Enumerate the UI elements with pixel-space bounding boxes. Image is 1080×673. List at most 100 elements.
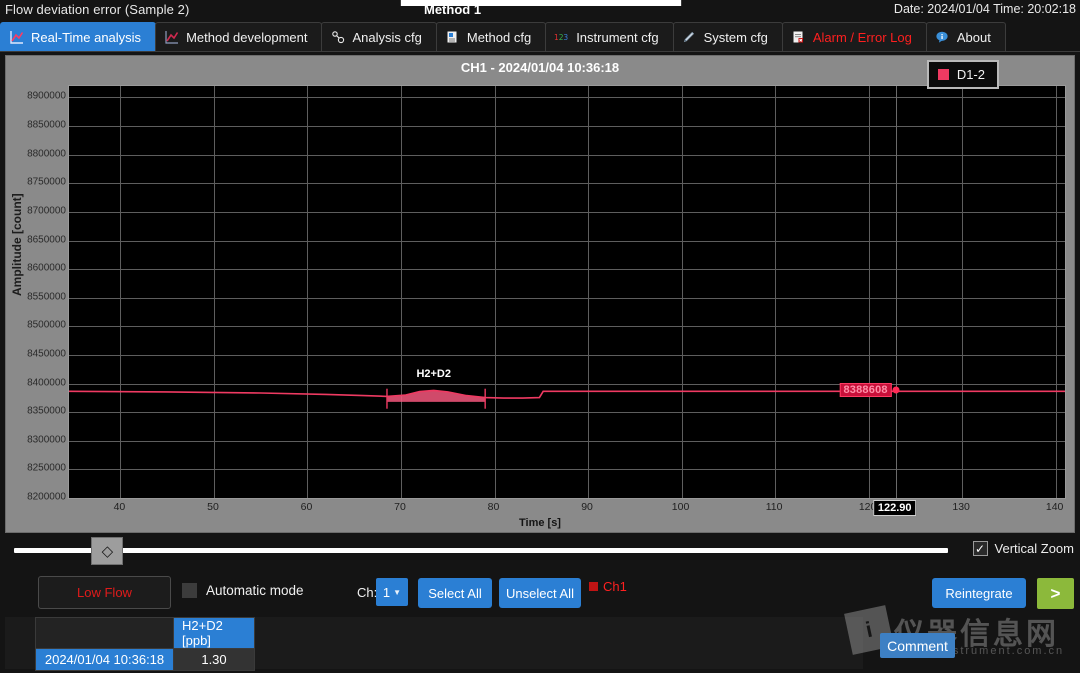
tab-label: Analysis cfg [352,29,422,45]
y-axis-tick-label: 8550000 [27,291,66,303]
tab-label: Real-Time analysis [31,29,142,45]
date-time-status: Date: 2024/01/04 Time: 20:02:18 [893,2,1076,16]
y-axis-tick-label: 8700000 [27,205,66,217]
x-axis-tick-label: 70 [394,501,406,513]
status-message: Flow deviation error (Sample 2) [5,2,190,17]
application-window: Flow deviation error (Sample 2) Method 1… [0,0,1080,673]
x-axis-tick-label: 100 [671,501,690,513]
y-axis-tick-label: 8400000 [27,377,66,389]
y-axis-tick-label: 8600000 [27,262,66,274]
reintegrate-button[interactable]: Reintegrate [932,578,1026,608]
x-axis-tick-label: 90 [581,501,593,513]
timeline-scrollbar-track[interactable] [14,548,948,553]
tab-label: Alarm / Error Log [812,29,912,45]
automatic-mode-label: Automatic mode [206,583,304,598]
horizontal-scroll-row: ◇ ✓ Vertical Zoom [0,536,1080,568]
table-header-row: H2+D2 [ppb] [35,617,255,649]
left-right-arrows-icon: ◇ [101,543,114,560]
tab-analysis-cfg[interactable]: Analysis cfg [321,22,437,51]
comment-label: Comment [887,637,948,654]
automatic-mode-checkbox[interactable] [182,583,197,598]
tab-method-development[interactable]: Method development [155,22,323,51]
tab-label: Method cfg [466,29,532,45]
info-bubble-icon [935,30,950,45]
x-axis-cursor-readout[interactable]: 122.90 [872,500,917,516]
molecule-icon [330,30,345,45]
table-cell-value: 1.30 [173,648,255,671]
pen-icon [682,30,697,45]
channel-select-value: 1 [382,584,391,600]
tab-label: Instrument cfg [576,29,659,45]
plot-area[interactable]: H2+D2 8388608 [68,85,1066,499]
results-table-panel: H2+D2 [ppb] 2024/01/04 10:36:18 1.30 [5,617,863,671]
chart-legend[interactable]: D1-2 [926,60,999,89]
tab-real-time-analysis[interactable]: Real-Time analysis [0,22,157,51]
chart-trace-layer [69,388,1065,409]
x-axis-tick-label: 110 [765,501,783,513]
chevron-down-icon: ▼ [393,587,402,597]
tab-method-cfg[interactable]: Method cfg [435,22,547,51]
next-button[interactable]: > [1037,578,1074,609]
chart-title: CH1 - 2024/01/04 10:36:18 [6,56,1074,80]
tab-alarm-error-log[interactable]: Alarm / Error Log [781,22,927,51]
cursor-value-dot [892,386,900,394]
table-row[interactable]: 2024/01/04 10:36:18 1.30 [35,648,255,671]
unselect-all-button[interactable]: Unselect All [499,578,581,608]
x-axis-ticks: 40 50 60 70 80 90 100 110 120 130 140 122.90 [68,500,1066,517]
top-status-bar: Flow deviation error (Sample 2) Method 1… [0,0,1080,22]
y-axis-tick-label: 8850000 [27,119,66,131]
table-cell-timestamp: 2024/01/04 10:36:18 [35,648,174,671]
low-flow-label: Low Flow [77,585,132,600]
main-tab-bar: Real-Time analysis Method development An… [0,22,1080,52]
cursor-value-flag[interactable]: 8388608 [839,383,892,398]
x-axis-tick-label: 80 [487,501,500,513]
cursor-value-label: 8388608 [839,383,892,398]
tab-system-cfg[interactable]: System cfg [672,22,783,51]
ch1-checkbox[interactable] [589,582,598,591]
tab-label: System cfg [703,29,768,45]
select-all-button[interactable]: Select All [418,578,492,608]
table-header-blank [35,617,174,649]
vertical-zoom-label: Vertical Zoom [994,541,1074,556]
vertical-zoom-toggle[interactable]: ✓ Vertical Zoom [972,541,1074,556]
y-axis-tick-label: 8750000 [27,176,66,188]
grid-line-horizontal [69,498,1065,499]
x-axis-tick-label: 140 [1045,501,1064,513]
timeline-scrollbar-thumb[interactable]: ◇ [91,537,124,565]
vertical-cursor-line[interactable] [895,86,897,498]
svg-text:3: 3 [564,33,569,42]
y-axis-ticks: 8200000 8250000 8300000 8350000 8400000 84500… [6,85,66,503]
error-page-icon [791,30,806,45]
y-axis-tick-label: 8900000 [27,90,66,102]
document-icon [445,30,460,45]
tab-label: About [956,29,991,45]
chart-panel: CH1 - 2024/01/04 10:36:18 Amplitude [cou… [5,55,1075,533]
channel-1-checkbox-item[interactable]: Ch1 [589,579,627,594]
y-axis-tick-label: 8800000 [27,148,66,160]
y-axis-tick-label: 8350000 [27,405,66,417]
x-axis-tick-label: 40 [113,501,126,513]
automatic-mode-toggle[interactable]: Automatic mode [182,583,304,598]
comment-button[interactable]: Comment [880,633,955,658]
y-axis-tick-label: 8250000 [27,462,66,474]
tab-instrument-cfg[interactable]: 1 2 3 Instrument cfg [545,22,674,51]
y-axis-tick-label: 8450000 [27,348,66,360]
tab-label: Method development [186,29,308,45]
line-chart-icon [9,30,24,45]
low-flow-status-button[interactable]: Low Flow [38,576,171,609]
results-table: H2+D2 [ppb] 2024/01/04 10:36:18 1.30 [35,617,255,671]
x-axis-tick-label: 60 [300,501,313,513]
method-name: Method 1 [424,2,482,17]
ch1-label: Ch1 [603,579,627,594]
table-header-h2d2[interactable]: H2+D2 [ppb] [173,617,255,649]
y-axis-tick-label: 8500000 [27,319,66,331]
legend-color-swatch [937,69,949,80]
y-axis-tick-label: 8200000 [27,491,66,503]
line-chart-icon [164,30,179,45]
channel-label: Ch: [357,585,378,600]
tab-about[interactable]: About [925,22,1006,51]
vertical-zoom-checkbox[interactable]: ✓ [972,541,988,556]
x-axis-label: Time [s] [519,517,561,529]
peak-name-label: H2+D2 [416,368,451,381]
channel-select-dropdown[interactable]: 1 ▼ [376,578,408,606]
